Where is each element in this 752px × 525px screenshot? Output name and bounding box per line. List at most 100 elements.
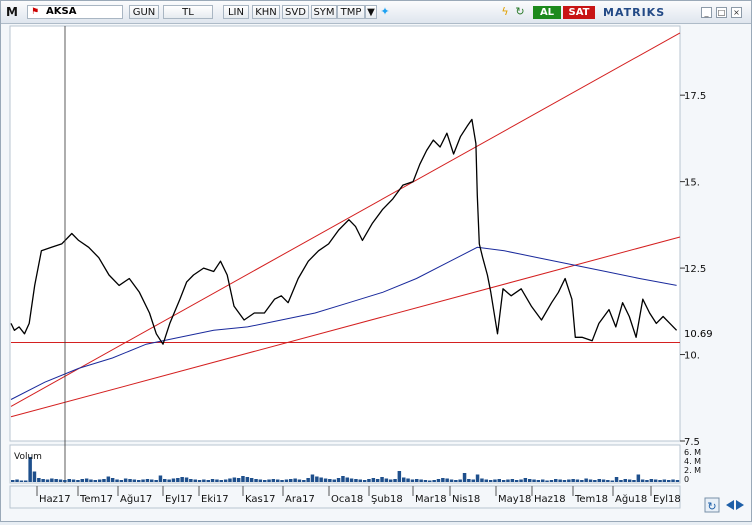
- volume-panel[interactable]: [9, 444, 681, 484]
- maximize-icon[interactable]: □: [716, 7, 727, 18]
- volume-bar: [519, 479, 523, 482]
- volume-bar: [528, 479, 532, 482]
- volume-bar: [89, 479, 93, 482]
- volume-bar: [167, 479, 171, 482]
- bird-icon[interactable]: ✦: [378, 5, 392, 19]
- buy-button[interactable]: AL: [533, 6, 561, 19]
- volume-bar: [176, 478, 180, 482]
- volume-bar: [640, 479, 645, 482]
- scroll-left-icon[interactable]: [726, 500, 734, 510]
- volume-bar: [297, 479, 302, 482]
- volume-tick-label: 0: [684, 475, 689, 484]
- scroll-right-icon[interactable]: [736, 500, 744, 510]
- volume-bar: [11, 480, 15, 482]
- price-chart[interactable]: 17.5 15. 12.5 10. 7.5 6. M 4. M 2. M0 Haz17 Tem…: [1, 24, 751, 521]
- volume-bar: [597, 479, 601, 482]
- time-label: Tem18: [574, 494, 608, 505]
- volume-bar: [210, 479, 215, 482]
- volume-bar: [306, 478, 310, 482]
- triangle-down-icon[interactable]: ▼: [365, 5, 377, 19]
- volume-bar: [184, 477, 189, 482]
- volume-bar: [545, 480, 549, 482]
- close-icon[interactable]: ×: [731, 7, 742, 18]
- volume-bar: [180, 477, 184, 482]
- symbol-field[interactable]: ⚑ AKSA: [27, 5, 123, 19]
- template-button[interactable]: TMP: [337, 5, 365, 19]
- time-label: Haz18: [534, 494, 566, 505]
- volume-bar: [667, 480, 671, 482]
- period-button[interactable]: GUN: [129, 5, 159, 19]
- time-label: Ağu17: [120, 493, 152, 505]
- volume-bar: [241, 476, 245, 482]
- svd-button[interactable]: SVD: [282, 5, 309, 19]
- volume-bar: [145, 479, 150, 482]
- price-panel[interactable]: [9, 25, 681, 442]
- volume-bar: [354, 479, 358, 482]
- volume-bar: [84, 478, 89, 482]
- volume-bar: [310, 474, 315, 482]
- volume-bar: [371, 478, 376, 482]
- volume-bar: [106, 476, 111, 482]
- volume-bar: [580, 480, 584, 482]
- time-label: Haz17: [39, 494, 71, 505]
- lightning-icon[interactable]: ϟ: [499, 5, 511, 19]
- volume-bar: [388, 479, 393, 482]
- price-tick-label: 12.5: [684, 264, 706, 275]
- volume-bar: [254, 479, 258, 482]
- refresh-glyph: ↻: [707, 500, 716, 513]
- volume-bar: [601, 479, 606, 482]
- volume-bar: [158, 475, 163, 482]
- volume-bar: [267, 479, 271, 482]
- volume-bar: [623, 479, 627, 482]
- khn-button[interactable]: KHN: [252, 5, 280, 19]
- brand-logo: MATRIKS: [603, 6, 666, 19]
- volume-bar: [63, 480, 67, 482]
- scale-button[interactable]: LIN: [223, 5, 249, 19]
- volume-bar: [658, 480, 662, 482]
- volume-tick-label: 2. M: [684, 466, 701, 475]
- volume-bar: [562, 480, 567, 482]
- minimize-icon[interactable]: _: [701, 7, 712, 18]
- volume-bar: [76, 480, 80, 482]
- volume-bar: [362, 480, 367, 482]
- volume-bar: [419, 479, 423, 482]
- volume-bar: [541, 479, 545, 482]
- volume-bar: [132, 479, 137, 482]
- volume-bar: [202, 479, 206, 482]
- volume-bar: [54, 479, 58, 482]
- volume-bar: [488, 480, 493, 482]
- volume-bar: [206, 480, 210, 482]
- volume-bar: [610, 480, 614, 482]
- matriks-logo[interactable]: M: [5, 5, 19, 19]
- volume-bar: [380, 477, 384, 482]
- volume-bar: [415, 479, 419, 482]
- volume-bar: [341, 476, 345, 482]
- sell-button[interactable]: SAT: [563, 6, 595, 19]
- volume-bar: [619, 480, 623, 482]
- volume-bar: [197, 480, 202, 482]
- volume-bar: [501, 480, 506, 482]
- currency-button[interactable]: TL: [163, 5, 213, 19]
- volume-bar: [15, 479, 19, 482]
- volume-bar: [228, 478, 232, 482]
- volume-bar: [289, 479, 293, 482]
- volume-bar: [480, 478, 484, 482]
- volume-bar: [675, 480, 680, 482]
- time-label: Ağu18: [615, 493, 647, 505]
- sym-button[interactable]: SYM: [311, 5, 337, 19]
- time-label: Eki17: [201, 494, 229, 505]
- time-label: Ara17: [285, 494, 315, 505]
- volume-bar: [249, 478, 254, 482]
- volume-bar: [80, 479, 84, 482]
- volume-bar: [423, 480, 428, 482]
- volume-bar: [232, 477, 237, 482]
- volume-bar: [245, 477, 250, 482]
- cycle-icon[interactable]: ↻: [513, 5, 527, 19]
- time-label: Eyl18: [653, 494, 681, 505]
- volume-bar: [567, 479, 571, 482]
- price-tick-label: 15.: [684, 178, 700, 189]
- volume-bar: [141, 479, 145, 482]
- volume-bar: [276, 479, 280, 482]
- time-label: Kas17: [245, 494, 275, 505]
- volume-bar: [110, 478, 115, 482]
